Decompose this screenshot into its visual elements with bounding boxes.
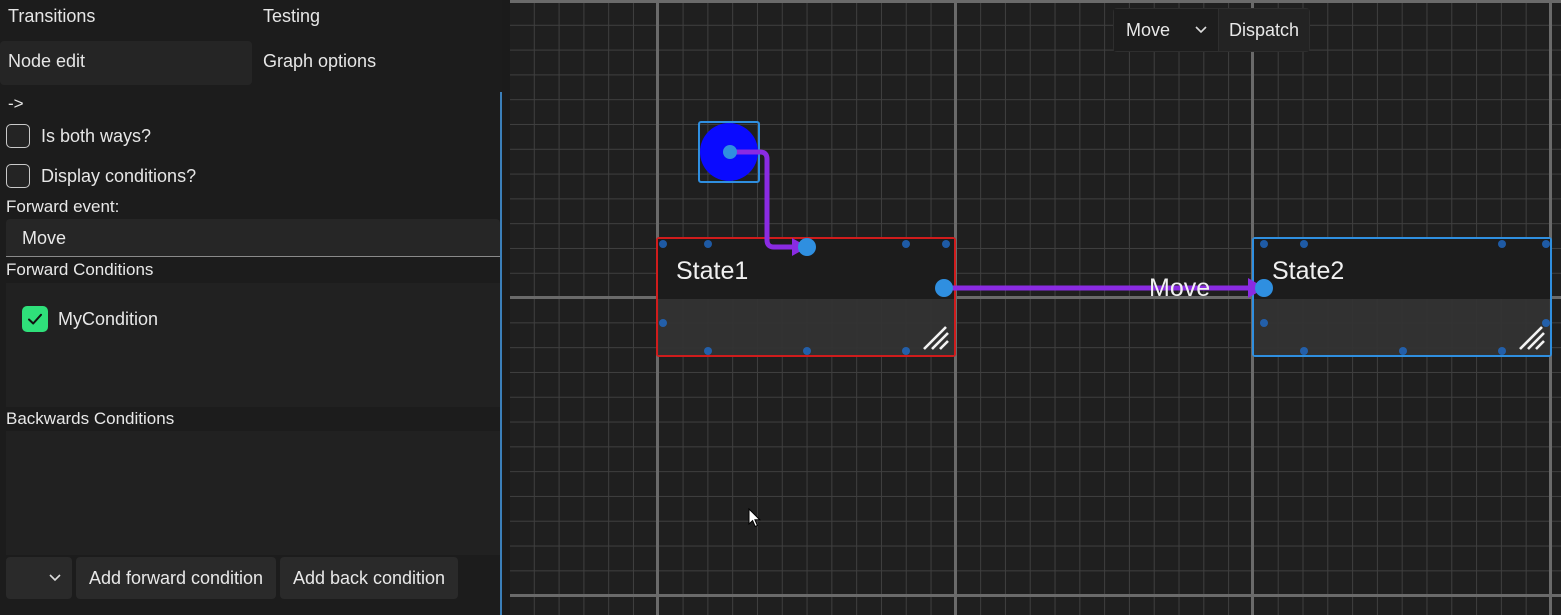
panel-divider[interactable] xyxy=(502,0,510,615)
entry-port xyxy=(723,145,737,159)
graph-toolbar: Move Dispatch xyxy=(1113,8,1310,52)
display-conditions-row[interactable]: Display conditions? xyxy=(6,162,196,190)
add-forward-condition-button[interactable]: Add forward condition xyxy=(76,557,276,599)
condition-select[interactable] xyxy=(6,557,72,599)
add-back-condition-button[interactable]: Add back condition xyxy=(280,557,458,599)
tab-transitions[interactable]: Transitions xyxy=(0,0,252,36)
forward-conditions-list: MyCondition xyxy=(6,283,500,407)
backwards-conditions-label: Backwards Conditions xyxy=(6,409,175,428)
display-conditions-checkbox[interactable] xyxy=(6,164,30,188)
tab-node-edit[interactable]: Node edit xyxy=(0,41,252,85)
forward-event-input[interactable]: Move xyxy=(6,219,500,257)
tab-graph-options[interactable]: Graph options xyxy=(255,41,502,81)
edge-label[interactable]: Move xyxy=(1149,274,1210,303)
event-select[interactable]: Move xyxy=(1114,9,1218,51)
state1-in-port xyxy=(798,238,816,256)
event-select-value: Move xyxy=(1126,19,1171,40)
connection-edges xyxy=(723,145,1273,298)
display-conditions-label: Display conditions? xyxy=(41,165,197,186)
transition-editor-panel: Transitions Testing Node edit Graph opti… xyxy=(0,0,502,615)
checkmark-icon xyxy=(28,313,42,325)
list-item[interactable]: MyCondition xyxy=(22,306,158,332)
forward-conditions-label: Forward Conditions xyxy=(6,260,154,279)
dispatch-button[interactable]: Dispatch xyxy=(1218,9,1309,51)
is-both-ways-label: Is both ways? xyxy=(41,125,152,146)
chevron-down-icon xyxy=(1195,26,1207,34)
condition-checkbox[interactable] xyxy=(22,306,48,332)
entry-transition-edge xyxy=(730,149,795,250)
mouse-cursor-icon xyxy=(748,508,762,528)
state1-out-port xyxy=(935,279,953,297)
is-both-ways-checkbox[interactable] xyxy=(6,124,30,148)
backwards-conditions-list xyxy=(6,431,500,555)
condition-label: MyCondition xyxy=(58,308,159,329)
state2-in-port xyxy=(1255,279,1273,297)
is-both-ways-row[interactable]: Is both ways? xyxy=(6,122,151,150)
transition-direction-label: -> xyxy=(8,94,24,113)
chevron-down-icon xyxy=(49,574,61,582)
graph-canvas[interactable]: State1 State2 Move Move Dispatch xyxy=(510,0,1561,615)
tab-testing[interactable]: Testing xyxy=(255,0,502,36)
forward-event-label: Forward event: xyxy=(6,197,120,216)
